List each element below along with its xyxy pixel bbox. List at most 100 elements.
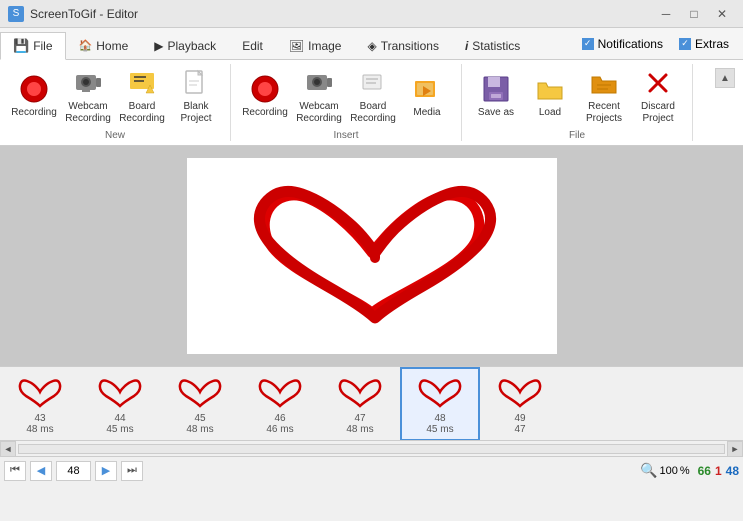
tab-file[interactable]: 💾 File — [0, 32, 66, 60]
webcam-recording2-label: WebcamRecording — [296, 101, 342, 125]
file-tab-label: File — [33, 39, 52, 53]
frame-thumb-45 — [174, 373, 226, 413]
save-as-label: Save as — [478, 107, 514, 119]
frame-44-num: 44 — [114, 413, 125, 424]
save-as-button[interactable]: Save as — [470, 64, 522, 128]
frame-item[interactable]: 45 48 ms — [160, 368, 240, 440]
frame-44-ms: 45 ms — [106, 424, 133, 435]
notifications-checkbox[interactable] — [582, 38, 594, 50]
load-icon — [534, 73, 566, 105]
ribbon-right: Notifications Extras — [576, 28, 743, 59]
frame-thumb-43 — [14, 373, 66, 413]
next-frame-button[interactable]: ▶ — [95, 461, 117, 481]
extras-toggle[interactable]: Extras — [673, 35, 735, 53]
recording2-button[interactable]: Recording — [239, 64, 291, 128]
recording-icon — [18, 73, 50, 105]
frame-46-ms: 46 ms — [266, 424, 293, 435]
last-frame-button[interactable]: ⏭ — [121, 461, 143, 481]
frame-43-num: 43 — [34, 413, 45, 424]
recording2-label: Recording — [242, 107, 288, 119]
tab-statistics[interactable]: i Statistics — [452, 31, 533, 59]
frame-item[interactable]: 46 46 ms — [240, 368, 320, 440]
title-bar: S ScreenToGif - Editor ─ □ ✕ — [0, 0, 743, 28]
file-tab-icon: 💾 — [13, 38, 29, 54]
frame-number-input[interactable] — [56, 461, 91, 481]
frame-49-ms: 47 — [514, 424, 525, 435]
frame-item[interactable]: 43 48 ms — [0, 368, 80, 440]
frame-45-num: 45 — [194, 413, 205, 424]
main-area — [0, 146, 743, 366]
next-frame-icon: ▶ — [102, 464, 110, 477]
recent-projects-button[interactable]: RecentProjects — [578, 64, 630, 128]
transitions-tab-label: Transitions — [381, 39, 439, 53]
collapse-icon[interactable]: ▲ — [715, 68, 735, 88]
notifications-label: Notifications — [598, 37, 663, 51]
board-recording2-button[interactable]: BoardRecording — [347, 64, 399, 128]
notifications-toggle[interactable]: Notifications — [576, 35, 669, 53]
transitions-tab-icon: ◈ — [367, 39, 376, 53]
frame-item-selected[interactable]: 48 45 ms — [400, 367, 480, 441]
stat-red: 1 — [715, 464, 722, 478]
board-recording-label: BoardRecording — [119, 101, 165, 125]
discard-project-button[interactable]: DiscardProject — [632, 64, 684, 128]
file-group-items: Save as Load RecentProje — [470, 64, 684, 128]
zoom-value: 100 — [659, 465, 677, 477]
maximize-button[interactable]: □ — [681, 4, 707, 24]
webcam-recording-button[interactable]: WebcamRecording — [62, 64, 114, 128]
image-tab-icon: 🖼 — [289, 39, 304, 53]
bottom-bar: ⏮ ◀ ▶ ⏭ 🔍 100 % 66 1 48 — [0, 456, 743, 484]
blank-project-button[interactable]: BlankProject — [170, 64, 222, 128]
statistics-tab-icon: i — [465, 39, 468, 53]
last-frame-icon: ⏭ — [127, 464, 137, 477]
ribbon-group-new: Recording WebcamRecording — [8, 64, 231, 141]
frame-thumb-47 — [334, 373, 386, 413]
frame-item[interactable]: 49 47 — [480, 368, 560, 440]
file-group-label: File — [470, 130, 684, 141]
discard-project-icon — [642, 67, 674, 99]
title-bar-left: S ScreenToGif - Editor — [8, 6, 138, 22]
extras-checkbox[interactable] — [679, 38, 691, 50]
frame-thumb-49 — [494, 373, 546, 413]
extras-label: Extras — [695, 37, 729, 51]
tab-edit[interactable]: Edit — [229, 31, 276, 59]
tab-playback[interactable]: ▶ Playback — [141, 31, 229, 59]
tab-transitions[interactable]: ◈ Transitions — [354, 31, 451, 59]
first-frame-icon: ⏮ — [10, 464, 20, 477]
frame-thumb-46 — [254, 373, 306, 413]
insert-group-label: Insert — [239, 130, 453, 141]
media-button[interactable]: Media — [401, 64, 453, 128]
scroll-right[interactable]: ► — [727, 441, 743, 457]
frame-thumb-44 — [94, 373, 146, 413]
new-group-label: New — [8, 130, 222, 141]
frame-49-num: 49 — [514, 413, 525, 424]
ribbon-tabs: 💾 File 🏠 Home ▶ Playback Edit 🖼 Image ◈ … — [0, 28, 743, 60]
zoom-stat-green: 66 — [698, 464, 711, 478]
first-frame-button[interactable]: ⏮ — [4, 461, 26, 481]
board-recording-button[interactable]: BoardRecording — [116, 64, 168, 128]
media-label: Media — [413, 107, 440, 119]
recording-button[interactable]: Recording — [8, 64, 60, 128]
prev-frame-icon: ◀ — [37, 464, 45, 477]
recording2-icon — [249, 73, 281, 105]
minimize-button[interactable]: ─ — [653, 4, 679, 24]
blank-project-label: BlankProject — [180, 101, 211, 125]
heart-drawing — [187, 158, 557, 354]
recording-label: Recording — [11, 107, 57, 119]
load-button[interactable]: Load — [524, 64, 576, 128]
tab-home[interactable]: 🏠 Home — [66, 31, 142, 59]
webcam-recording2-button[interactable]: WebcamRecording — [293, 64, 345, 128]
load-label: Load — [539, 107, 561, 119]
scroll-left[interactable]: ◄ — [0, 441, 16, 457]
prev-frame-button[interactable]: ◀ — [30, 461, 52, 481]
scroll-track[interactable] — [18, 444, 725, 454]
tab-image[interactable]: 🖼 Image — [276, 31, 355, 59]
ribbon-collapse[interactable]: ▲ — [715, 64, 735, 141]
frame-item[interactable]: 44 45 ms — [80, 368, 160, 440]
zoom-area: 🔍 100 % 66 1 48 — [640, 462, 739, 479]
frame-thumb-48 — [414, 373, 466, 413]
frame-item[interactable]: 47 48 ms — [320, 368, 400, 440]
board-recording2-icon — [357, 67, 389, 99]
recent-projects-icon — [588, 67, 620, 99]
close-button[interactable]: ✕ — [709, 4, 735, 24]
frame-47-ms: 48 ms — [346, 424, 373, 435]
